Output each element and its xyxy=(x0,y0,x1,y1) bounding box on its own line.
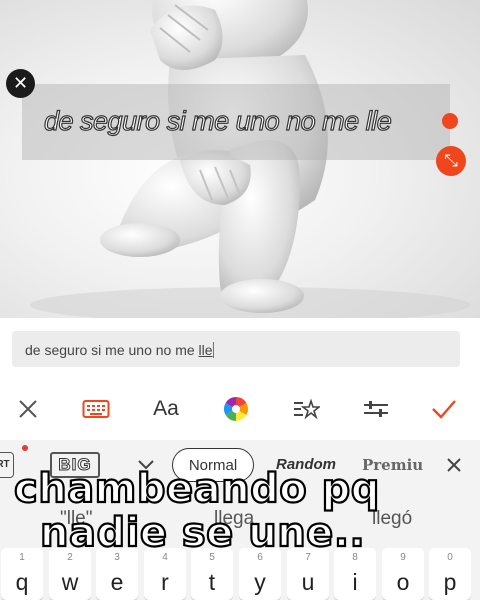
editor-toolbar: Aa xyxy=(0,385,480,433)
text-effect-icon[interactable] xyxy=(286,385,326,433)
rotate-handle-dot[interactable] xyxy=(442,113,458,129)
font-icon[interactable]: Aa xyxy=(146,385,186,433)
key-q[interactable]: 1q xyxy=(1,548,43,600)
caption-line-2: nadie se une.. xyxy=(39,509,366,557)
input-composing-text: lle xyxy=(198,342,213,358)
art-font-chip[interactable]: RT xyxy=(0,452,14,478)
notification-dot xyxy=(22,445,28,451)
keyboard-icon[interactable] xyxy=(76,385,116,433)
color-wheel-icon[interactable] xyxy=(216,385,256,433)
adjust-sliders-icon[interactable] xyxy=(356,385,396,433)
caption-line-1: chambeando pq xyxy=(13,465,381,513)
text-caret xyxy=(212,342,215,358)
close-suggestions-icon[interactable] xyxy=(440,448,468,482)
input-text: de seguro si me uno no me xyxy=(25,342,199,358)
key-o[interactable]: 9o xyxy=(382,548,424,600)
check-icon[interactable] xyxy=(424,385,464,433)
overlay-text[interactable]: de seguro si me uno no me lle xyxy=(43,105,392,137)
key-p[interactable]: 0p xyxy=(429,548,471,600)
close-icon[interactable] xyxy=(8,385,48,433)
resize-arrows-icon[interactable]: ⤡ xyxy=(436,146,466,176)
text-input[interactable]: de seguro si me uno no me lle xyxy=(12,331,460,367)
close-icon[interactable]: ✕ xyxy=(6,69,35,98)
